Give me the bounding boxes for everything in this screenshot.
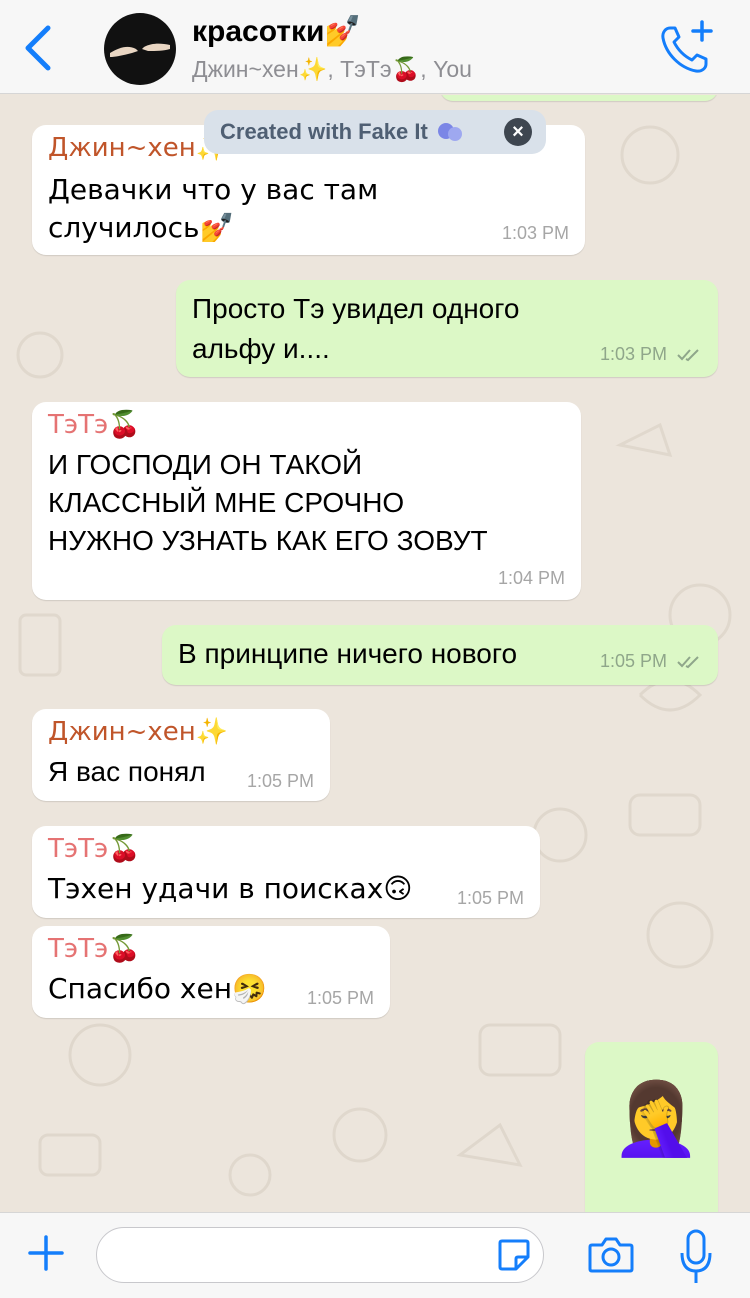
message-time: 1:05 PM (456, 888, 524, 908)
message-sender: Джин~хен✨ (48, 717, 229, 747)
message-text: случилось💅 (48, 211, 235, 244)
plus-icon[interactable] (26, 1233, 66, 1273)
message-bubble-incoming[interactable]: ТэТэ🍒 И ГОСПОДИ ОН ТАКОЙ КЛАССНЫЙ МНЕ СР… (32, 402, 581, 600)
message-bubble-incoming[interactable]: ТэТэ🍒 Тэхен удачи в поисках🙃 1:05 PM (32, 826, 540, 918)
message-text: В принципе ничего нового (178, 638, 518, 669)
message-text: Девачки что у вас там (48, 173, 379, 206)
message-bubble-outgoing[interactable]: Просто Тэ увидел одного альфу и.... 1:03… (176, 280, 718, 377)
chat-area[interactable]: Джин~хен✨ Девачки что у вас там случилос… (0, 95, 750, 1212)
back-chevron-icon[interactable] (20, 22, 56, 74)
message-sender: ТэТэ🍒 (48, 934, 141, 964)
camera-icon[interactable] (588, 1235, 634, 1275)
group-title[interactable]: красотки💅 (192, 14, 362, 49)
message-time: 1:05 PM (306, 988, 374, 1008)
message-bubble-outgoing-partial[interactable] (440, 95, 718, 101)
message-bubble-outgoing[interactable]: В принципе ничего нового 1:05 PM (162, 625, 718, 685)
add-call-icon[interactable] (656, 18, 716, 78)
message-time: 1:05 PM (600, 651, 704, 672)
fake-it-watermark[interactable]: Created with Fake It × (204, 110, 546, 154)
message-text: Просто Тэ увидел одного (192, 293, 520, 324)
facepalm-emoji: 🤦‍♀️ (611, 1076, 701, 1160)
message-text: И ГОСПОДИ ОН ТАКОЙ (48, 449, 363, 480)
read-receipt-icon (677, 349, 699, 362)
watermark-text: Created with Fake It (220, 119, 428, 144)
message-text: Тэхен удачи в поисках🙃 (48, 872, 413, 905)
input-bar (0, 1212, 750, 1298)
message-time: 1:04 PM (497, 568, 565, 588)
message-text: Я вас понял (48, 756, 206, 787)
message-time-label: 1:03 PM (599, 344, 667, 364)
group-members[interactable]: Джин~хен✨, ТэТэ🍒, You (192, 56, 472, 83)
message-bubble-incoming[interactable]: Джин~хен✨ Я вас понял 1:05 PM (32, 709, 330, 801)
microphone-icon[interactable] (678, 1229, 714, 1285)
bubbles-icon (437, 123, 462, 141)
read-receipt-icon (677, 656, 699, 669)
message-input[interactable] (96, 1227, 544, 1283)
message-time: 1:03 PM (501, 223, 569, 243)
message-text: НУЖНО УЗНАТЬ КАК ЕГО ЗОВУТ (48, 525, 488, 556)
message-sender: Джин~хен✨ (48, 133, 229, 163)
message-sender: ТэТэ🍒 (48, 834, 141, 864)
message-time: 1:05 PM (246, 771, 314, 791)
sticker-icon[interactable] (496, 1237, 532, 1273)
message-bubble-incoming[interactable]: ТэТэ🍒 Спасибо хен🤧 1:05 PM (32, 926, 390, 1018)
message-bubble-outgoing-emoji[interactable]: 🤦‍♀️ (585, 1042, 718, 1212)
message-sender: ТэТэ🍒 (48, 410, 141, 440)
chat-header: красотки💅 Джин~хен✨, ТэТэ🍒, You (0, 0, 750, 94)
message-text: Спасибо хен🤧 (48, 972, 267, 1005)
message-time: 1:03 PM (600, 344, 704, 365)
message-time-label: 1:05 PM (599, 651, 667, 671)
message-text: КЛАССНЫЙ МНЕ СРОЧНО (48, 487, 405, 518)
message-text: альфу и.... (192, 333, 330, 364)
group-avatar[interactable] (104, 13, 176, 85)
watermark-close-icon[interactable]: × (504, 118, 532, 146)
